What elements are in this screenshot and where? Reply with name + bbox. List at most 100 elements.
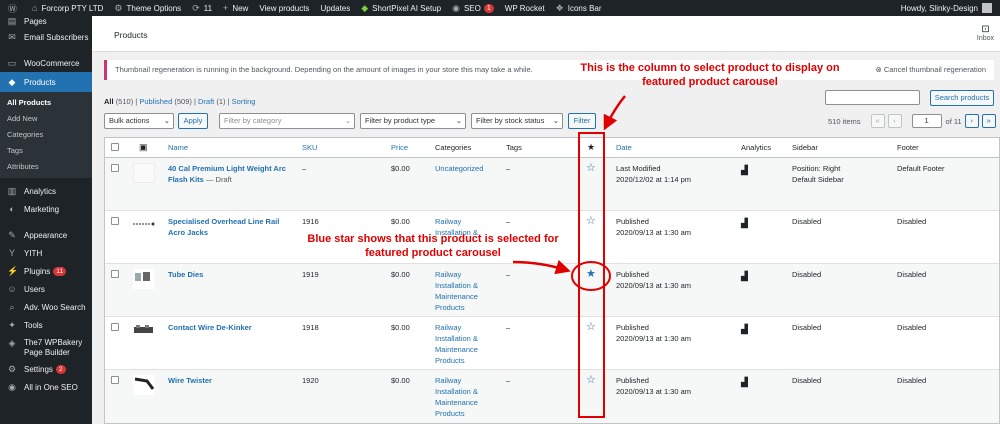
submenu-all-products[interactable]: All Products (0, 95, 92, 111)
featured-column-highlight-box (578, 132, 605, 418)
gear-icon: ⚙ (114, 2, 123, 13)
category-link[interactable]: Railway Installation & Maintenance Produ… (435, 375, 495, 419)
submenu-tags[interactable]: Tags (0, 143, 92, 159)
wp-rocket-link[interactable]: WP Rocket (505, 0, 545, 16)
seo-link[interactable]: ◉ SEO 1 (452, 0, 494, 16)
table-row: Tube Dies 1919 $0.00 Railway Installatio… (105, 264, 999, 317)
stock-status-filter-select[interactable]: Filter by stock status ⌄ (471, 113, 563, 129)
select-all-checkbox[interactable] (111, 143, 119, 151)
shortpixel-link[interactable]: ◆ ShortPixel AI Setup (361, 0, 441, 16)
products-icon: ◆ (8, 76, 16, 87)
sidebar-item-tools[interactable]: ✦ Tools (0, 316, 92, 334)
product-type-filter-select[interactable]: Filter by product type ⌄ (360, 113, 466, 129)
tools-icon: ✦ (8, 319, 16, 330)
column-analytics: Analytics (741, 143, 772, 152)
column-name[interactable]: Name (168, 138, 188, 157)
analytics-chart-icon[interactable]: ▟ (741, 218, 748, 229)
chevron-down-icon: ⌄ (552, 116, 559, 125)
view-published-link[interactable]: Published (139, 97, 172, 106)
analytics-chart-icon[interactable]: ▟ (741, 165, 748, 176)
sidebar-item-settings[interactable]: ⚙ Settings 2 (0, 360, 92, 378)
category-link[interactable]: Railway Installation & Maintenance Produ… (435, 269, 495, 313)
column-date[interactable]: Date (616, 138, 632, 157)
product-name-link[interactable]: Contact Wire De-Kinker (168, 323, 252, 332)
sidebar-item-plugins[interactable]: ⚡ Plugins 11 (0, 262, 92, 280)
column-sku[interactable]: SKU (302, 138, 317, 157)
avatar (982, 3, 992, 13)
product-name-link[interactable]: Specialised Overhead Line Rail Acro Jack… (168, 217, 279, 237)
view-sorting-link[interactable]: Sorting (232, 97, 256, 106)
yith-icon: Y (8, 248, 15, 258)
inbox-button[interactable]: ⊡ Inbox (977, 24, 994, 42)
analytics-chart-icon[interactable]: ▟ (741, 377, 748, 388)
sidebar-item-analytics[interactable]: ▥ Analytics (0, 182, 92, 200)
footer-cell: Disabled (897, 376, 927, 385)
product-name-cell: 40 Cal Premium Light Weight Arc Flash Ki… (168, 164, 286, 184)
row-checkbox[interactable] (111, 164, 119, 172)
image-column-icon: ▣ (139, 142, 148, 152)
product-name-link[interactable]: Tube Dies (168, 270, 203, 279)
sidebar-item-all-in-one-seo[interactable]: ◉ All in One SEO (0, 378, 92, 396)
sidebar-item-wpbakery[interactable]: ◈ The7 WPBakery Page Builder (0, 334, 92, 360)
settings-badge: 2 (55, 364, 66, 374)
row-checkbox[interactable] (111, 376, 119, 384)
user-account-menu[interactable]: Howdy, Slinky-Design (901, 0, 992, 16)
row-checkbox[interactable] (111, 323, 119, 331)
category-link[interactable]: Uncategorized (435, 163, 495, 174)
shortpixel-icon: ◆ (361, 2, 369, 13)
updates-link[interactable]: Updates (320, 0, 350, 16)
last-page-button[interactable]: » (981, 114, 996, 128)
sidebar-item-products[interactable]: ◆ Products (0, 72, 92, 92)
wire-twister-image (134, 377, 155, 390)
home-icon: ⌂ (32, 3, 38, 13)
prev-page-button[interactable]: ‹ (887, 114, 902, 128)
sidebar-cell: Position: Right Default Sidebar (792, 164, 844, 184)
table-row: Contact Wire De-Kinker 1918 $0.00 Railwa… (105, 317, 999, 370)
view-all-link[interactable]: All (104, 97, 114, 106)
sidebar-item-yith[interactable]: Y YITH (0, 244, 92, 262)
cancel-regeneration-link[interactable]: ⊗ Cancel thumbnail regeneration (875, 60, 986, 80)
seo-icon: ◉ (8, 381, 16, 392)
product-name-link[interactable]: Wire Twister (168, 376, 212, 385)
first-page-button[interactable]: « (870, 114, 885, 128)
submenu-add-new[interactable]: Add New (0, 111, 92, 127)
view-draft-link[interactable]: Draft (198, 97, 214, 106)
view-products-link[interactable]: View products (259, 0, 309, 16)
footer-cell: Disabled (897, 217, 927, 226)
tags-cell: – (506, 164, 511, 173)
submenu-attributes[interactable]: Attributes (0, 159, 92, 175)
sidebar-cell: Disabled (792, 270, 822, 279)
analytics-chart-icon[interactable]: ▟ (741, 324, 748, 335)
email-icon: ✉ (8, 31, 16, 42)
theme-options-link[interactable]: ⚙ Theme Options (114, 0, 181, 16)
sidebar-item-marketing[interactable]: ◐ Marketing (0, 200, 92, 218)
footer-cell: Disabled (897, 323, 927, 332)
category-link[interactable]: Railway Installation & Maintenance Produ… (435, 322, 495, 366)
updates-count-link[interactable]: ⟳ 11 (192, 0, 212, 16)
product-thumbnail (133, 323, 155, 343)
apply-button[interactable]: Apply (178, 113, 208, 129)
sidebar-item-pages[interactable]: ▤ Pages (0, 14, 92, 28)
sidebar-item-adv-woo-search[interactable]: ⌕ Adv. Woo Search (0, 298, 92, 316)
search-input[interactable] (825, 90, 920, 105)
bulk-actions-select[interactable]: Bulk actions ⌄ (104, 113, 174, 129)
footer-cell: Default Footer (897, 164, 945, 173)
filter-button[interactable]: Filter (568, 113, 596, 129)
analytics-chart-icon[interactable]: ▟ (741, 271, 748, 282)
sidebar-item-woocommerce[interactable]: ▭ WooCommerce (0, 54, 92, 72)
search-products-button[interactable]: Search products (930, 90, 994, 106)
row-checkbox[interactable] (111, 270, 119, 278)
next-page-button[interactable]: › (964, 114, 979, 128)
current-page-input[interactable]: 1 (911, 114, 942, 128)
row-checkbox[interactable] (111, 217, 119, 225)
icons-bar-link[interactable]: ❖ Icons Bar (556, 0, 602, 16)
table-row: 40 Cal Premium Light Weight Arc Flash Ki… (105, 158, 999, 211)
sidebar-item-appearance[interactable]: ✎ Appearance (0, 226, 92, 244)
column-price[interactable]: Price (391, 138, 408, 157)
product-thumbnail (133, 269, 155, 289)
submenu-categories[interactable]: Categories (0, 127, 92, 143)
sidebar-item-email-subscribers[interactable]: ✉ Email Subscribers (0, 28, 92, 46)
category-filter-select[interactable]: Filter by category ⌄ (219, 113, 355, 129)
new-content-link[interactable]: + New (223, 0, 248, 16)
sidebar-item-users[interactable]: ☺ Users (0, 280, 92, 298)
